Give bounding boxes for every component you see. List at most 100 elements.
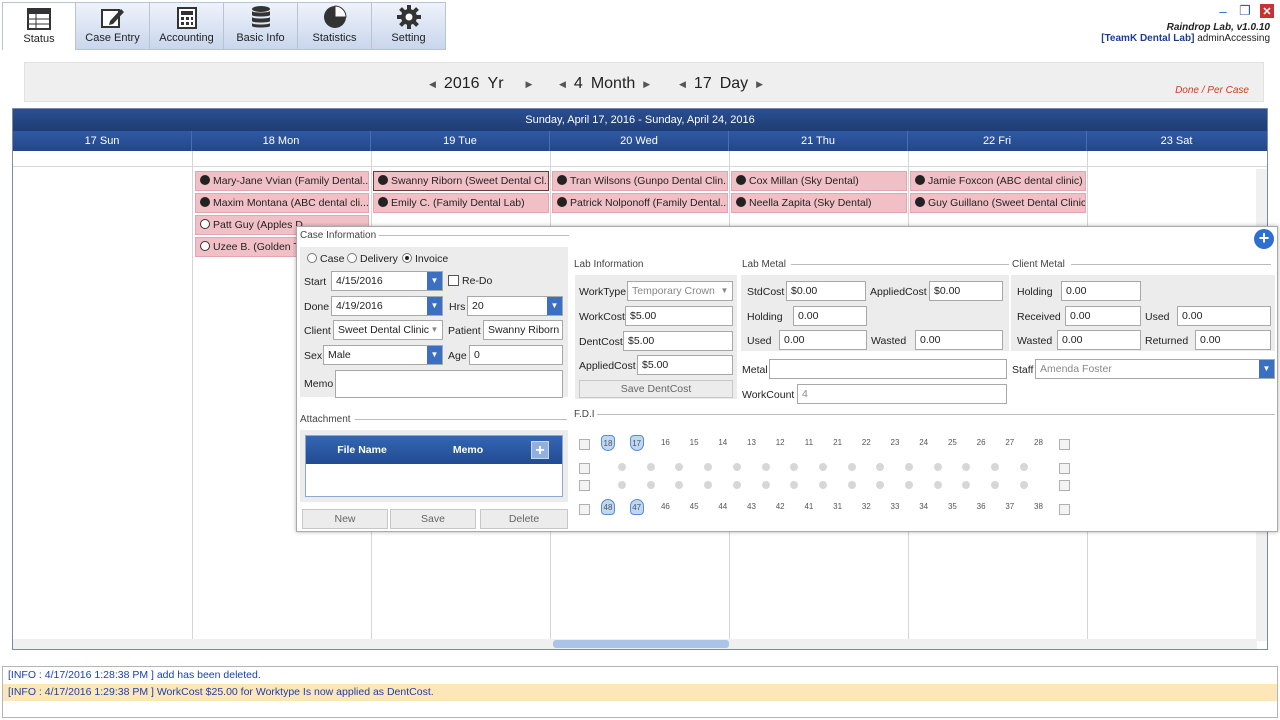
day-next-icon[interactable]: ▶ bbox=[756, 79, 763, 90]
upper-tooth[interactable]: 16 bbox=[658, 435, 672, 451]
lower-tooth[interactable]: 48 bbox=[601, 499, 615, 515]
invoice-type-radio[interactable]: Invoice bbox=[402, 253, 448, 265]
lower-tooth[interactable]: 44 bbox=[716, 499, 730, 515]
setting-tab-button[interactable]: Setting bbox=[372, 2, 446, 50]
tooth-row-checkbox[interactable] bbox=[1059, 504, 1070, 515]
upper-tooth[interactable]: 28 bbox=[1032, 435, 1046, 451]
lm-appliedcost-field[interactable]: $0.00 bbox=[929, 281, 1003, 301]
tooth-row-checkbox[interactable] bbox=[579, 463, 590, 474]
scroll-thumb[interactable] bbox=[553, 640, 729, 648]
client-select[interactable]: Sweet Dental Clinic ▼ bbox=[333, 320, 443, 340]
month-prev-icon[interactable]: ◀ bbox=[559, 79, 566, 90]
patient-field[interactable]: Swanny Riborn bbox=[483, 320, 563, 340]
lm-wasted-field[interactable]: 0.00 bbox=[915, 330, 1003, 350]
cm-used-field[interactable]: 0.00 bbox=[1177, 306, 1271, 326]
calendar-event-selected[interactable]: Swanny Riborn (Sweet Dental Cl... bbox=[373, 171, 549, 191]
calendar-event[interactable]: Jamie Foxcon (ABC dental clinic) bbox=[910, 171, 1086, 191]
tooth-gap-dot[interactable] bbox=[905, 463, 913, 471]
tooth-row-checkbox[interactable] bbox=[1059, 480, 1070, 491]
upper-tooth[interactable]: 24 bbox=[917, 435, 931, 451]
tooth-gap-dot[interactable] bbox=[847, 463, 856, 471]
tooth-gap-dot[interactable] bbox=[962, 481, 971, 489]
case-type-radio[interactable]: Case bbox=[307, 253, 345, 265]
tooth-gap-dot[interactable] bbox=[618, 463, 626, 471]
chevron-down-icon[interactable]: ▼ bbox=[1259, 360, 1274, 378]
upper-tooth[interactable]: 27 bbox=[1003, 435, 1017, 451]
lower-tooth[interactable]: 47 bbox=[629, 499, 644, 515]
accounting-tab-button[interactable]: Accounting bbox=[150, 2, 224, 50]
sex-select[interactable]: Male ▼ bbox=[323, 345, 443, 365]
delivery-type-radio[interactable]: Delivery bbox=[347, 253, 398, 265]
chevron-down-icon[interactable]: ▼ bbox=[547, 297, 562, 315]
lower-tooth[interactable]: 41 bbox=[802, 499, 816, 515]
year-next-icon[interactable]: ▶ bbox=[526, 79, 533, 90]
minimize-icon[interactable]: – bbox=[1216, 4, 1230, 19]
tooth-row-checkbox[interactable] bbox=[579, 480, 590, 491]
workcost-field[interactable]: $5.00 bbox=[625, 306, 733, 326]
tooth-gap-dot[interactable] bbox=[876, 481, 885, 489]
tooth-gap-dot[interactable] bbox=[991, 481, 1000, 489]
upper-tooth[interactable]: 21 bbox=[831, 435, 845, 451]
new-button[interactable]: New bbox=[302, 509, 388, 529]
lower-tooth[interactable]: 33 bbox=[888, 499, 902, 515]
done-date-field[interactable]: 4/19/2016 ▼ bbox=[331, 296, 443, 316]
tooth-gap-dot[interactable] bbox=[933, 463, 942, 471]
add-case-icon[interactable]: + bbox=[1254, 229, 1274, 249]
calendar-event[interactable]: Guy Guillano (Sweet Dental Clinic) bbox=[910, 193, 1086, 213]
month-next-icon[interactable]: ▶ bbox=[643, 79, 650, 90]
tooth-gap-dot[interactable] bbox=[905, 481, 913, 489]
tooth-gap-dot[interactable] bbox=[675, 463, 684, 471]
appliedcost-field[interactable]: $5.00 bbox=[637, 355, 733, 375]
start-date-field[interactable]: 4/15/2016 ▼ bbox=[331, 271, 443, 291]
year-prev-icon[interactable]: ◀ bbox=[429, 79, 436, 90]
chevron-down-icon[interactable]: ▼ bbox=[427, 272, 442, 290]
tooth-gap-dot[interactable] bbox=[646, 481, 655, 489]
redo-checkbox[interactable]: Re-Do bbox=[448, 275, 492, 287]
case-entry-tab-button[interactable]: Case Entry bbox=[76, 2, 150, 50]
lower-tooth[interactable]: 36 bbox=[974, 499, 988, 515]
tooth-gap-dot[interactable] bbox=[646, 463, 655, 471]
day-prev-icon[interactable]: ◀ bbox=[679, 79, 686, 90]
upper-tooth[interactable]: 17 bbox=[629, 435, 644, 451]
calendar-event[interactable]: Patrick Nolponoff (Family Dental... bbox=[552, 193, 728, 213]
tooth-gap-dot[interactable] bbox=[818, 481, 827, 489]
view-mode-link[interactable]: Done / Per Case bbox=[1175, 85, 1249, 96]
calendar-event[interactable]: Neella Zapita (Sky Dental) bbox=[731, 193, 907, 213]
status-tab-button[interactable]: Status bbox=[2, 2, 76, 50]
tooth-gap-dot[interactable] bbox=[761, 463, 770, 471]
tooth-row-checkbox[interactable] bbox=[1059, 463, 1070, 474]
upper-tooth[interactable]: 25 bbox=[945, 435, 959, 451]
tooth-gap-dot[interactable] bbox=[618, 481, 626, 489]
upper-tooth[interactable]: 14 bbox=[716, 435, 730, 451]
chevron-down-icon[interactable]: ▼ bbox=[427, 321, 442, 339]
tooth-gap-dot[interactable] bbox=[991, 463, 1000, 471]
save-button[interactable]: Save bbox=[390, 509, 476, 529]
upper-tooth[interactable]: 13 bbox=[745, 435, 759, 451]
staff-select[interactable]: Amenda Foster ▼ bbox=[1035, 359, 1275, 379]
lower-tooth[interactable]: 34 bbox=[917, 499, 931, 515]
lower-tooth[interactable]: 35 bbox=[945, 499, 959, 515]
tooth-gap-dot[interactable] bbox=[1019, 481, 1028, 489]
upper-tooth[interactable]: 26 bbox=[974, 435, 988, 451]
tooth-gap-dot[interactable] bbox=[818, 463, 827, 471]
lm-used-field[interactable]: 0.00 bbox=[779, 330, 867, 350]
returned-field[interactable]: 0.00 bbox=[1195, 330, 1271, 350]
statistics-tab-button[interactable]: Statistics bbox=[298, 2, 372, 50]
tooth-gap-dot[interactable] bbox=[704, 481, 713, 489]
tooth-gap-dot[interactable] bbox=[933, 481, 942, 489]
metal-field[interactable] bbox=[769, 359, 1007, 379]
tooth-gap-dot[interactable] bbox=[962, 463, 971, 471]
tooth-gap-dot[interactable] bbox=[675, 481, 684, 489]
tooth-gap-dot[interactable] bbox=[876, 463, 885, 471]
upper-tooth[interactable]: 23 bbox=[888, 435, 902, 451]
chevron-down-icon[interactable]: ▼ bbox=[717, 282, 732, 300]
upper-tooth[interactable]: 22 bbox=[859, 435, 873, 451]
cm-holding-field[interactable]: 0.00 bbox=[1061, 281, 1141, 301]
tooth-gap-dot[interactable] bbox=[732, 463, 741, 471]
dentcost-field[interactable]: $5.00 bbox=[623, 331, 733, 351]
tooth-row-checkbox[interactable] bbox=[579, 504, 590, 515]
lower-tooth[interactable]: 37 bbox=[1003, 499, 1017, 515]
tooth-gap-dot[interactable] bbox=[847, 481, 856, 489]
lower-tooth[interactable]: 45 bbox=[687, 499, 701, 515]
upper-tooth[interactable]: 11 bbox=[802, 435, 816, 451]
